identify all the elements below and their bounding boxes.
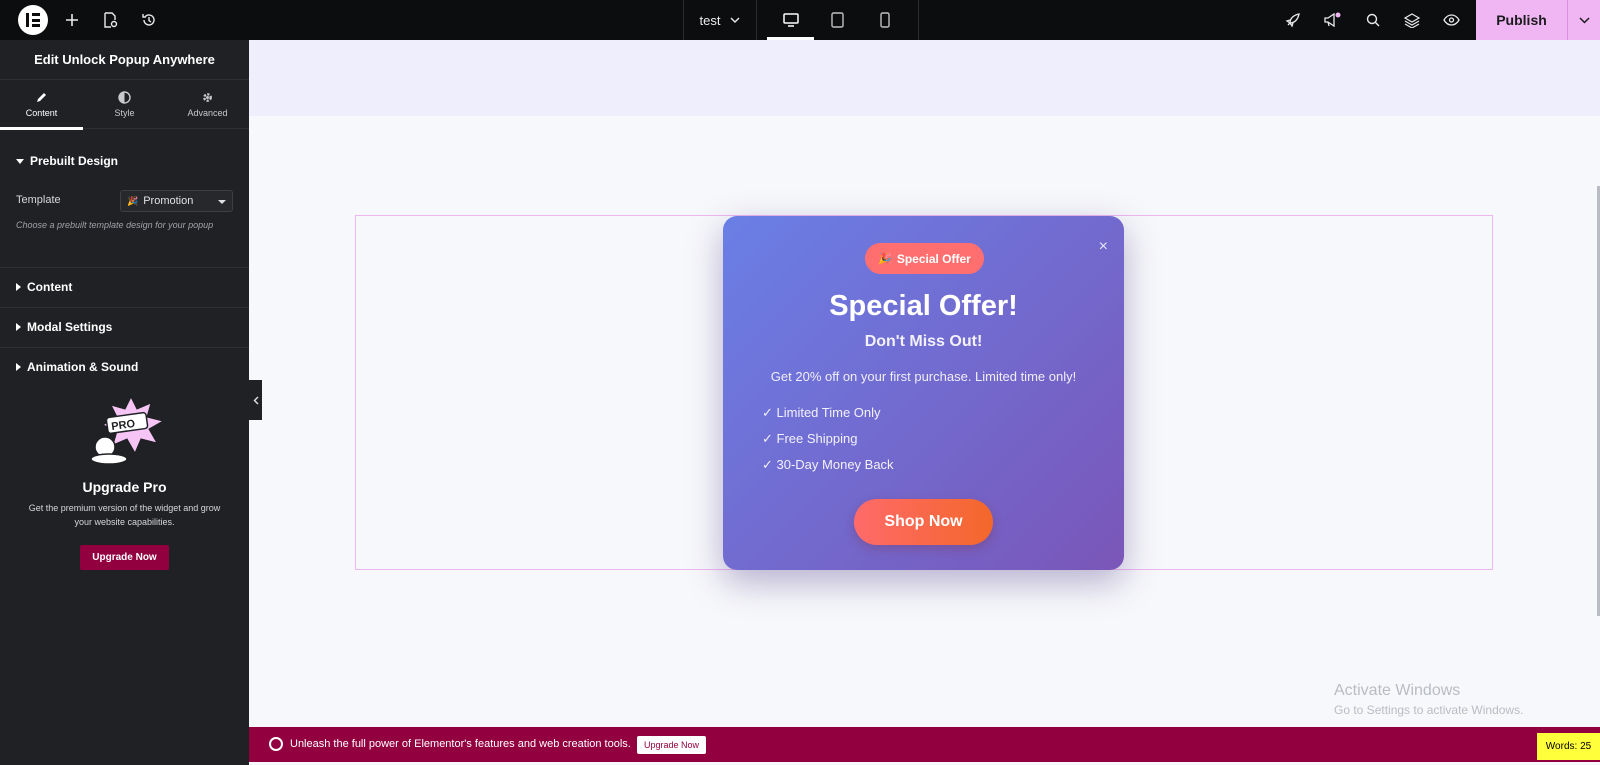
promo-description: Get the premium version of the widget an… (28, 503, 221, 527)
section-modal-label: Modal Settings (27, 320, 113, 334)
megaphone-icon[interactable] (1322, 0, 1342, 40)
publish-options-button[interactable] (1567, 0, 1600, 40)
section-content-label: Content (27, 280, 73, 294)
preview-eye-icon[interactable] (1441, 0, 1461, 40)
popup-description: Get 20% off on your first purchase. Limi… (770, 369, 1077, 384)
watermark-line-1: Activate Windows (1334, 682, 1461, 699)
pencil-icon (37, 93, 46, 102)
party-popper-icon: 🎉 (878, 253, 892, 265)
canvas-header-section (249, 40, 1600, 116)
template-label: Template (16, 194, 61, 206)
feature-item: ✓ 30-Day Money Back (762, 457, 894, 472)
device-switcher (757, 0, 919, 40)
tab-content[interactable]: Content (0, 80, 83, 130)
popup-title: Special Offer! (829, 290, 1018, 322)
publish-button[interactable]: Publish (1476, 0, 1567, 40)
caret-right-icon (16, 323, 21, 331)
add-icon[interactable] (62, 0, 82, 40)
section-modal-settings[interactable]: Modal Settings (0, 307, 249, 347)
history-icon[interactable] (139, 0, 159, 40)
search-icon[interactable] (1363, 0, 1383, 40)
upgrade-promo: PRO Upgrade Pro Get the premium version … (0, 395, 249, 570)
panel-title: Edit Unlock Popup Anywhere (0, 40, 249, 80)
bar-upgrade-now-button[interactable]: Upgrade Now (637, 736, 707, 754)
section-animation-label: Animation & Sound (27, 360, 139, 374)
tab-content-label: Content (25, 108, 58, 118)
contrast-icon (118, 91, 131, 104)
caret-right-icon (16, 363, 21, 371)
chevron-down-icon (730, 17, 740, 23)
editor-panel: Edit Unlock Popup Anywhere Content Style… (0, 40, 249, 765)
feature-item: ✓ Limited Time Only (762, 405, 881, 420)
badge-label: Special Offer (896, 251, 971, 266)
gear-icon (203, 93, 212, 102)
watermark-line-2: Go to Settings to activate Windows. (1334, 703, 1524, 717)
pro-mascot-illustration: PRO (83, 395, 167, 465)
close-icon[interactable]: × (1099, 238, 1108, 256)
notice-text: Unleash the full power of Elementor's fe… (290, 738, 631, 750)
caret-right-icon (16, 283, 21, 291)
mobile-icon[interactable] (861, 0, 908, 40)
party-popper-icon: 🎉 (127, 195, 139, 206)
elementor-logo-icon[interactable] (18, 5, 48, 35)
chevron-down-icon (218, 200, 226, 204)
windows-activation-watermark: Activate Windows Go to Settings to activ… (1334, 682, 1523, 717)
tab-style[interactable]: Style (83, 80, 166, 129)
word-count-badge: Words: 25 (1537, 733, 1600, 760)
upgrade-notice-bar: Unleash the full power of Elementor's fe… (249, 727, 1600, 762)
tab-style-label: Style (114, 108, 135, 118)
desktop-icon[interactable] (767, 0, 814, 40)
page-settings-icon[interactable] (100, 0, 120, 40)
panel-tabs: Content Style Advanced (0, 80, 249, 130)
feature-list: ✓ Limited Time Only ✓ Free Shipping ✓ 30… (762, 405, 894, 483)
caret-down-icon (16, 158, 24, 164)
page-selector[interactable]: test (683, 0, 757, 40)
section-prebuilt-design[interactable]: Prebuilt Design (0, 141, 249, 181)
promo-title: Upgrade Pro (82, 479, 167, 495)
section-prebuilt-label: Prebuilt Design (30, 154, 119, 168)
layers-icon[interactable] (1402, 0, 1422, 40)
tablet-icon[interactable] (814, 0, 861, 40)
upgrade-now-button[interactable]: Upgrade Now (80, 545, 169, 570)
shop-now-button[interactable]: Shop Now (854, 499, 993, 545)
chevron-down-icon (1578, 16, 1590, 24)
special-offer-badge: 🎉 Special Offer (865, 243, 984, 274)
template-value: Promotion (143, 195, 194, 207)
feature-item: ✓ Free Shipping (762, 431, 858, 446)
template-help: Choose a prebuilt template design for yo… (16, 220, 214, 230)
popup-subtitle: Don't Miss Out! (864, 333, 983, 350)
page-name: test (699, 12, 721, 28)
collapse-panel-button[interactable] (249, 380, 262, 420)
top-bar: test Publish (0, 0, 1600, 40)
section-animation-sound[interactable]: Animation & Sound (0, 347, 249, 387)
tab-advanced[interactable]: Advanced (166, 80, 249, 129)
section-content[interactable]: Content (0, 267, 249, 307)
rocket-icon[interactable] (1282, 0, 1302, 40)
tab-advanced-label: Advanced (187, 108, 228, 118)
promo-popup: × 🎉 Special Offer Special Offer! Don't M… (723, 216, 1124, 570)
template-select[interactable]: 🎉 Promotion (120, 190, 233, 212)
elementor-circle-icon (269, 737, 283, 751)
chevron-left-icon (253, 396, 258, 404)
